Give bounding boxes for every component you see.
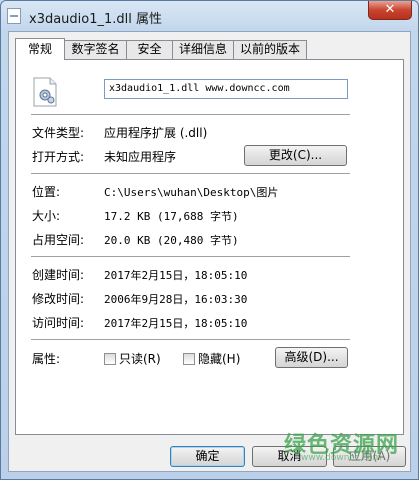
file-type-value: 应用程序扩展 (.dll) [104, 126, 208, 140]
hidden-label[interactable]: 隐藏(H) [198, 350, 240, 367]
modified-value: 2006年9月28日，16:03:30 [104, 293, 248, 306]
tab-details[interactable]: 详细信息 [172, 40, 234, 59]
general-panel: x3daudio1_1.dll www.downcc.com 文件类型: 应用程… [15, 59, 404, 435]
separator [31, 339, 350, 340]
advanced-button[interactable]: 高级(D)... [275, 347, 348, 368]
hidden-checkbox[interactable] [183, 353, 195, 365]
location-value: C:\Users\wuhan\Desktop\图片 [104, 186, 279, 199]
tab-security[interactable]: 安全 [126, 40, 173, 59]
created-value: 2017年2月15日，18:05:10 [104, 269, 248, 282]
file-icon [7, 8, 21, 24]
watermark-url: www.downcc.com [301, 453, 382, 463]
tab-previous-versions[interactable]: 以前的版本 [233, 40, 307, 59]
properties-window: x3daudio1_1.dll 属性 ✕ 常规 数字签名 安全 详细信息 以前的… [0, 0, 419, 480]
size-label: 大小: [32, 209, 61, 223]
dialog-client: 常规 数字签名 安全 详细信息 以前的版本 x3daudio1_1.dll ww… [8, 31, 411, 472]
size-value: 17.2 KB (17,688 字节) [104, 210, 239, 223]
modified-label: 修改时间: [32, 292, 85, 306]
accessed-label: 访问时间: [32, 316, 85, 330]
disk-size-value: 20.0 KB (20,480 字节) [104, 234, 239, 247]
tab-general[interactable]: 常规 [15, 38, 65, 60]
title-bar[interactable]: x3daudio1_1.dll 属性 ✕ [1, 1, 418, 31]
separator [31, 114, 350, 115]
disk-size-label: 占用空间: [32, 233, 85, 247]
separator [31, 256, 350, 257]
readonly-checkbox[interactable] [104, 353, 116, 365]
file-name-field[interactable]: x3daudio1_1.dll www.downcc.com [104, 79, 348, 99]
readonly-label[interactable]: 只读(R) [119, 350, 161, 367]
separator [31, 173, 350, 174]
created-label: 创建时间: [32, 268, 85, 282]
tab-strip: 常规 数字签名 安全 详细信息 以前的版本 [15, 38, 405, 60]
attributes-label: 属性: [32, 352, 61, 366]
close-button[interactable]: ✕ [368, 1, 412, 20]
dll-file-icon [33, 77, 57, 107]
accessed-value: 2017年2月15日，18:05:10 [104, 317, 248, 330]
location-label: 位置: [32, 185, 61, 199]
opens-with-label: 打开方式: [32, 150, 85, 164]
tab-digital-signatures[interactable]: 数字签名 [64, 40, 127, 59]
window-title: x3daudio1_1.dll 属性 [29, 12, 163, 27]
opens-with-value: 未知应用程序 [104, 150, 177, 164]
change-button[interactable]: 更改(C)... [244, 145, 347, 166]
file-type-label: 文件类型: [32, 126, 85, 140]
ok-button[interactable]: 确定 [170, 446, 245, 467]
